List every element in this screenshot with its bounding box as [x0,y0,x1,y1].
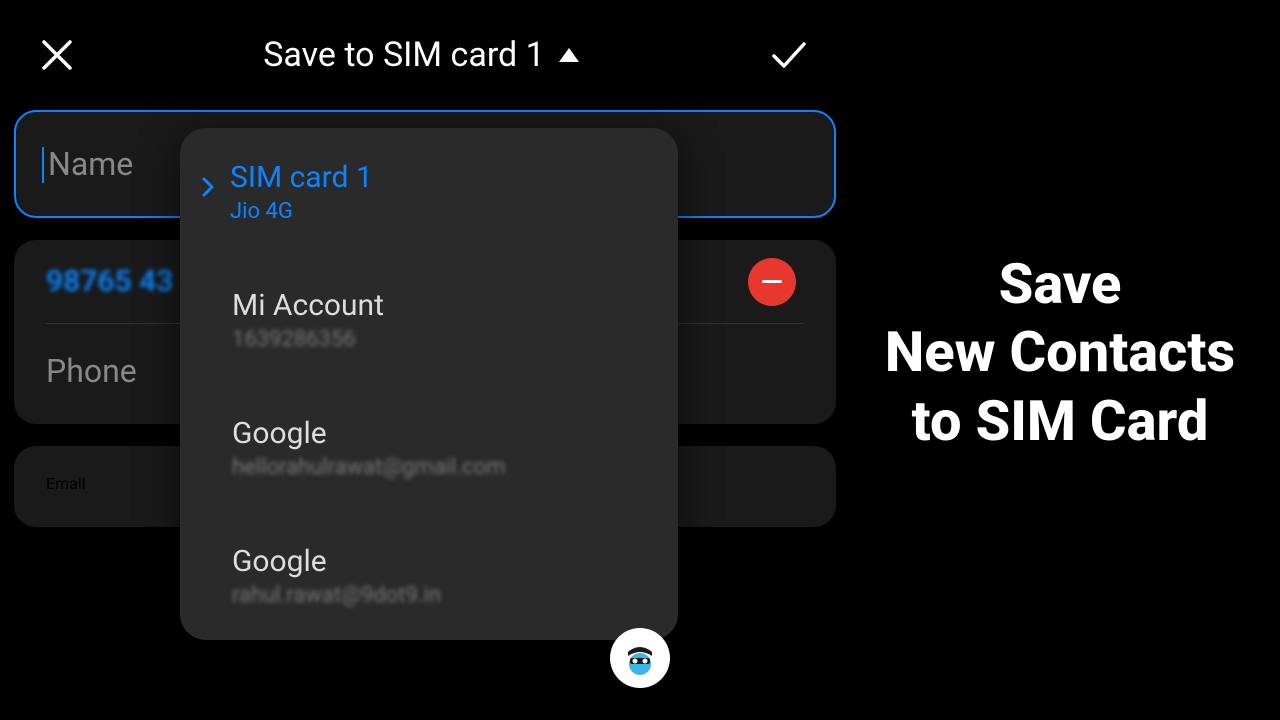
confirm-button[interactable] [768,34,810,76]
chevron-up-icon [559,48,579,62]
dropdown-item-text: SIM card 1 Jio 4G [230,160,373,224]
dropdown-item-title: Mi Account [232,288,384,323]
save-location-dropdown: SIM card 1 Jio 4G Mi Account 1639286356 … [180,128,678,640]
dropdown-item-title: SIM card 1 [230,160,373,195]
dropdown-item-sub: Jio 4G [230,199,373,224]
header-bar: Save to SIM card 1 [0,0,850,110]
save-location-dropdown-trigger[interactable]: Save to SIM card 1 [263,35,579,75]
caption-line-2: New Contacts [850,318,1270,386]
dropdown-item-text: Google rahul.rawat@9dot9.in [232,544,441,608]
dropdown-item-text: Mi Account 1639286356 [232,288,384,352]
caption-line-1: Save [850,250,1270,318]
dropdown-item-sub: hellorahulrawat@gmail.com [232,455,506,480]
chevron-right-icon [200,175,216,199]
dropdown-item-google-1[interactable]: Google hellorahulrawat@gmail.com [180,384,678,512]
remove-phone-button[interactable] [748,258,796,306]
dropdown-item-sub: 1639286356 [232,327,384,352]
avatar-badge [610,628,670,688]
phone-value: 98765 43 [46,264,173,299]
promo-caption: Save New Contacts to SIM Card [850,250,1270,455]
dropdown-item-sub: rahul.rawat@9dot9.in [232,583,441,608]
dropdown-item-google-2[interactable]: Google rahul.rawat@9dot9.in [180,512,678,640]
contact-editor-screen: Save to SIM card 1 Name 98765 43 Phone E… [0,0,850,720]
dropdown-item-text: Google hellorahulrawat@gmail.com [232,416,506,480]
dropdown-item-title: Google [232,416,506,451]
email-label: Email [46,474,86,493]
dropdown-item-title: Google [232,544,441,579]
close-button[interactable] [40,38,74,72]
dropdown-item-mi-account[interactable]: Mi Account 1639286356 [180,256,678,384]
dropdown-item-sim1[interactable]: SIM card 1 Jio 4G [180,128,678,256]
header-title: Save to SIM card 1 [263,35,545,75]
name-placeholder: Name [48,145,133,183]
caption-line-3: to SIM Card [850,387,1270,455]
